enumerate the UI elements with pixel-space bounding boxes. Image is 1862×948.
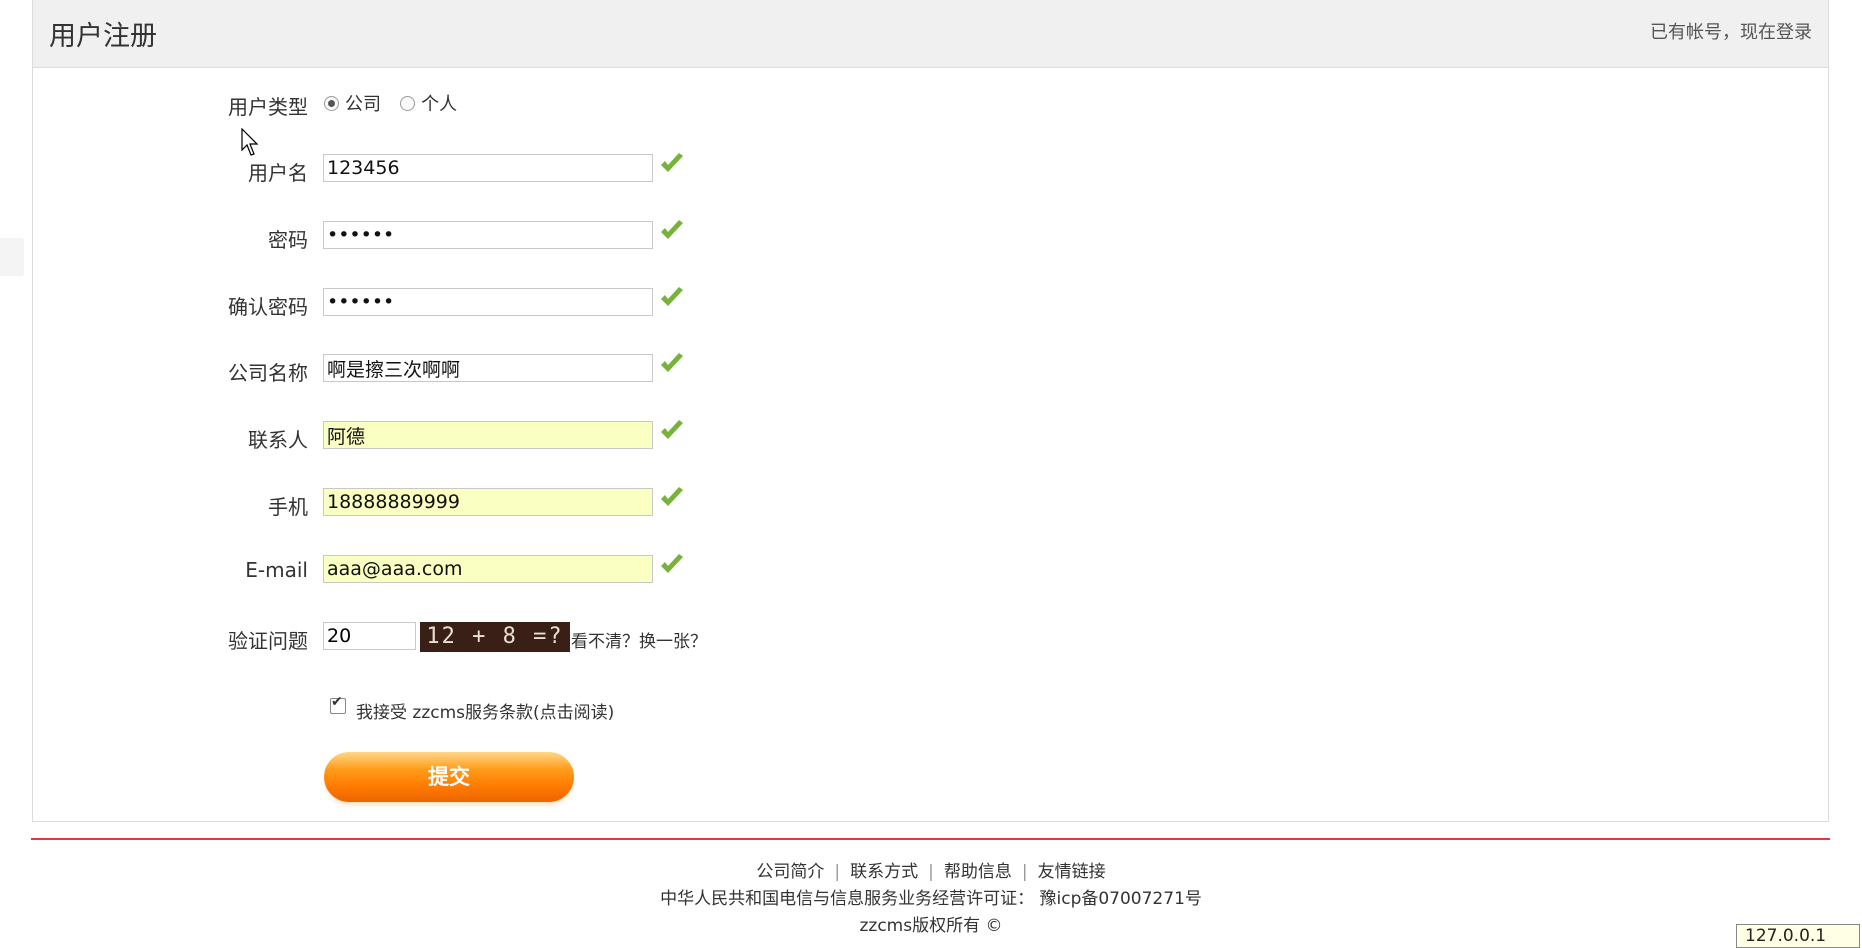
mobile-row: 手机 [0,487,1000,519]
footer-links: 公司简介 | 联系方式 | 帮助信息 | 友情链接 [756,862,1106,882]
login-link[interactable]: 已有帐号，现在登录 [1650,18,1812,44]
captcha-image[interactable]: 12 + 8 =? [420,622,570,652]
mouse-cursor-icon [241,128,259,156]
valid-check-icon [661,487,683,506]
footer-link-about[interactable]: 公司简介 [756,862,824,882]
username-label: 用户名 [248,161,308,185]
footer-copyright: zzcms版权所有 © [859,916,1003,936]
company-row: 公司名称 [0,353,1000,385]
password-input[interactable] [323,221,653,249]
mobile-label: 手机 [268,495,308,519]
confirm-password-input[interactable] [323,288,653,316]
valid-check-icon [661,220,683,239]
user-type-options: 公司 个人 [324,90,471,116]
contact-input[interactable] [323,421,653,449]
agree-checkbox[interactable] [330,694,346,714]
footer-link-contact[interactable]: 联系方式 [850,862,918,882]
password-row: 密码 [0,220,1000,252]
valid-check-icon [661,554,683,573]
radio-personal-label[interactable]: 个人 [421,94,457,115]
radio-company-label[interactable]: 公司 [345,94,381,115]
captcha-row: 验证问题 12 + 8 =? 看不清？换一张？ [0,622,1000,653]
user-type-label: 用户类型 [228,95,308,119]
company-name-input[interactable] [323,354,653,382]
page-title: 用户注册 [49,21,157,52]
captcha-refresh-link[interactable]: 看不清？换一张？ [571,627,707,652]
radio-personal[interactable] [400,95,416,111]
contact-row: 联系人 [0,420,1000,452]
confirm-password-label: 确认密码 [228,295,308,319]
email-label: E-mail [245,558,308,582]
user-type-row: 用户类型 公司 个人 [0,88,1000,119]
valid-check-icon [661,287,683,306]
confirm-password-row: 确认密码 [0,287,1000,319]
valid-check-icon [661,420,683,439]
footer-link-help[interactable]: 帮助信息 [944,862,1012,882]
panel-header: 用户注册 已有帐号，现在登录 [33,0,1828,68]
submit-button[interactable]: 提交 [324,752,574,802]
captcha-input[interactable] [323,622,416,650]
terms-link[interactable]: 我接受 zzcms服务条款(点击阅读) [356,698,614,723]
valid-check-icon [661,153,683,172]
valid-check-icon [661,353,683,372]
username-input[interactable] [323,154,653,182]
mobile-input[interactable] [323,488,653,516]
footer-link-friends[interactable]: 友情链接 [1038,862,1106,882]
ip-status-badge: 127.0.0.1 [1736,924,1860,948]
registration-panel: 用户注册 已有帐号，现在登录 [32,0,1829,822]
username-row: 用户名 [0,153,1000,185]
captcha-label: 验证问题 [228,629,308,653]
radio-company[interactable] [324,95,339,111]
password-label: 密码 [268,228,308,252]
footer-license: 中华人民共和国电信与信息服务业务经营许可证： 豫icp备07007271号 [660,889,1202,909]
contact-label: 联系人 [248,428,308,452]
email-input[interactable] [323,555,653,583]
company-label: 公司名称 [228,361,308,385]
email-row: E-mail [0,554,1000,585]
footer-divider [31,838,1830,840]
